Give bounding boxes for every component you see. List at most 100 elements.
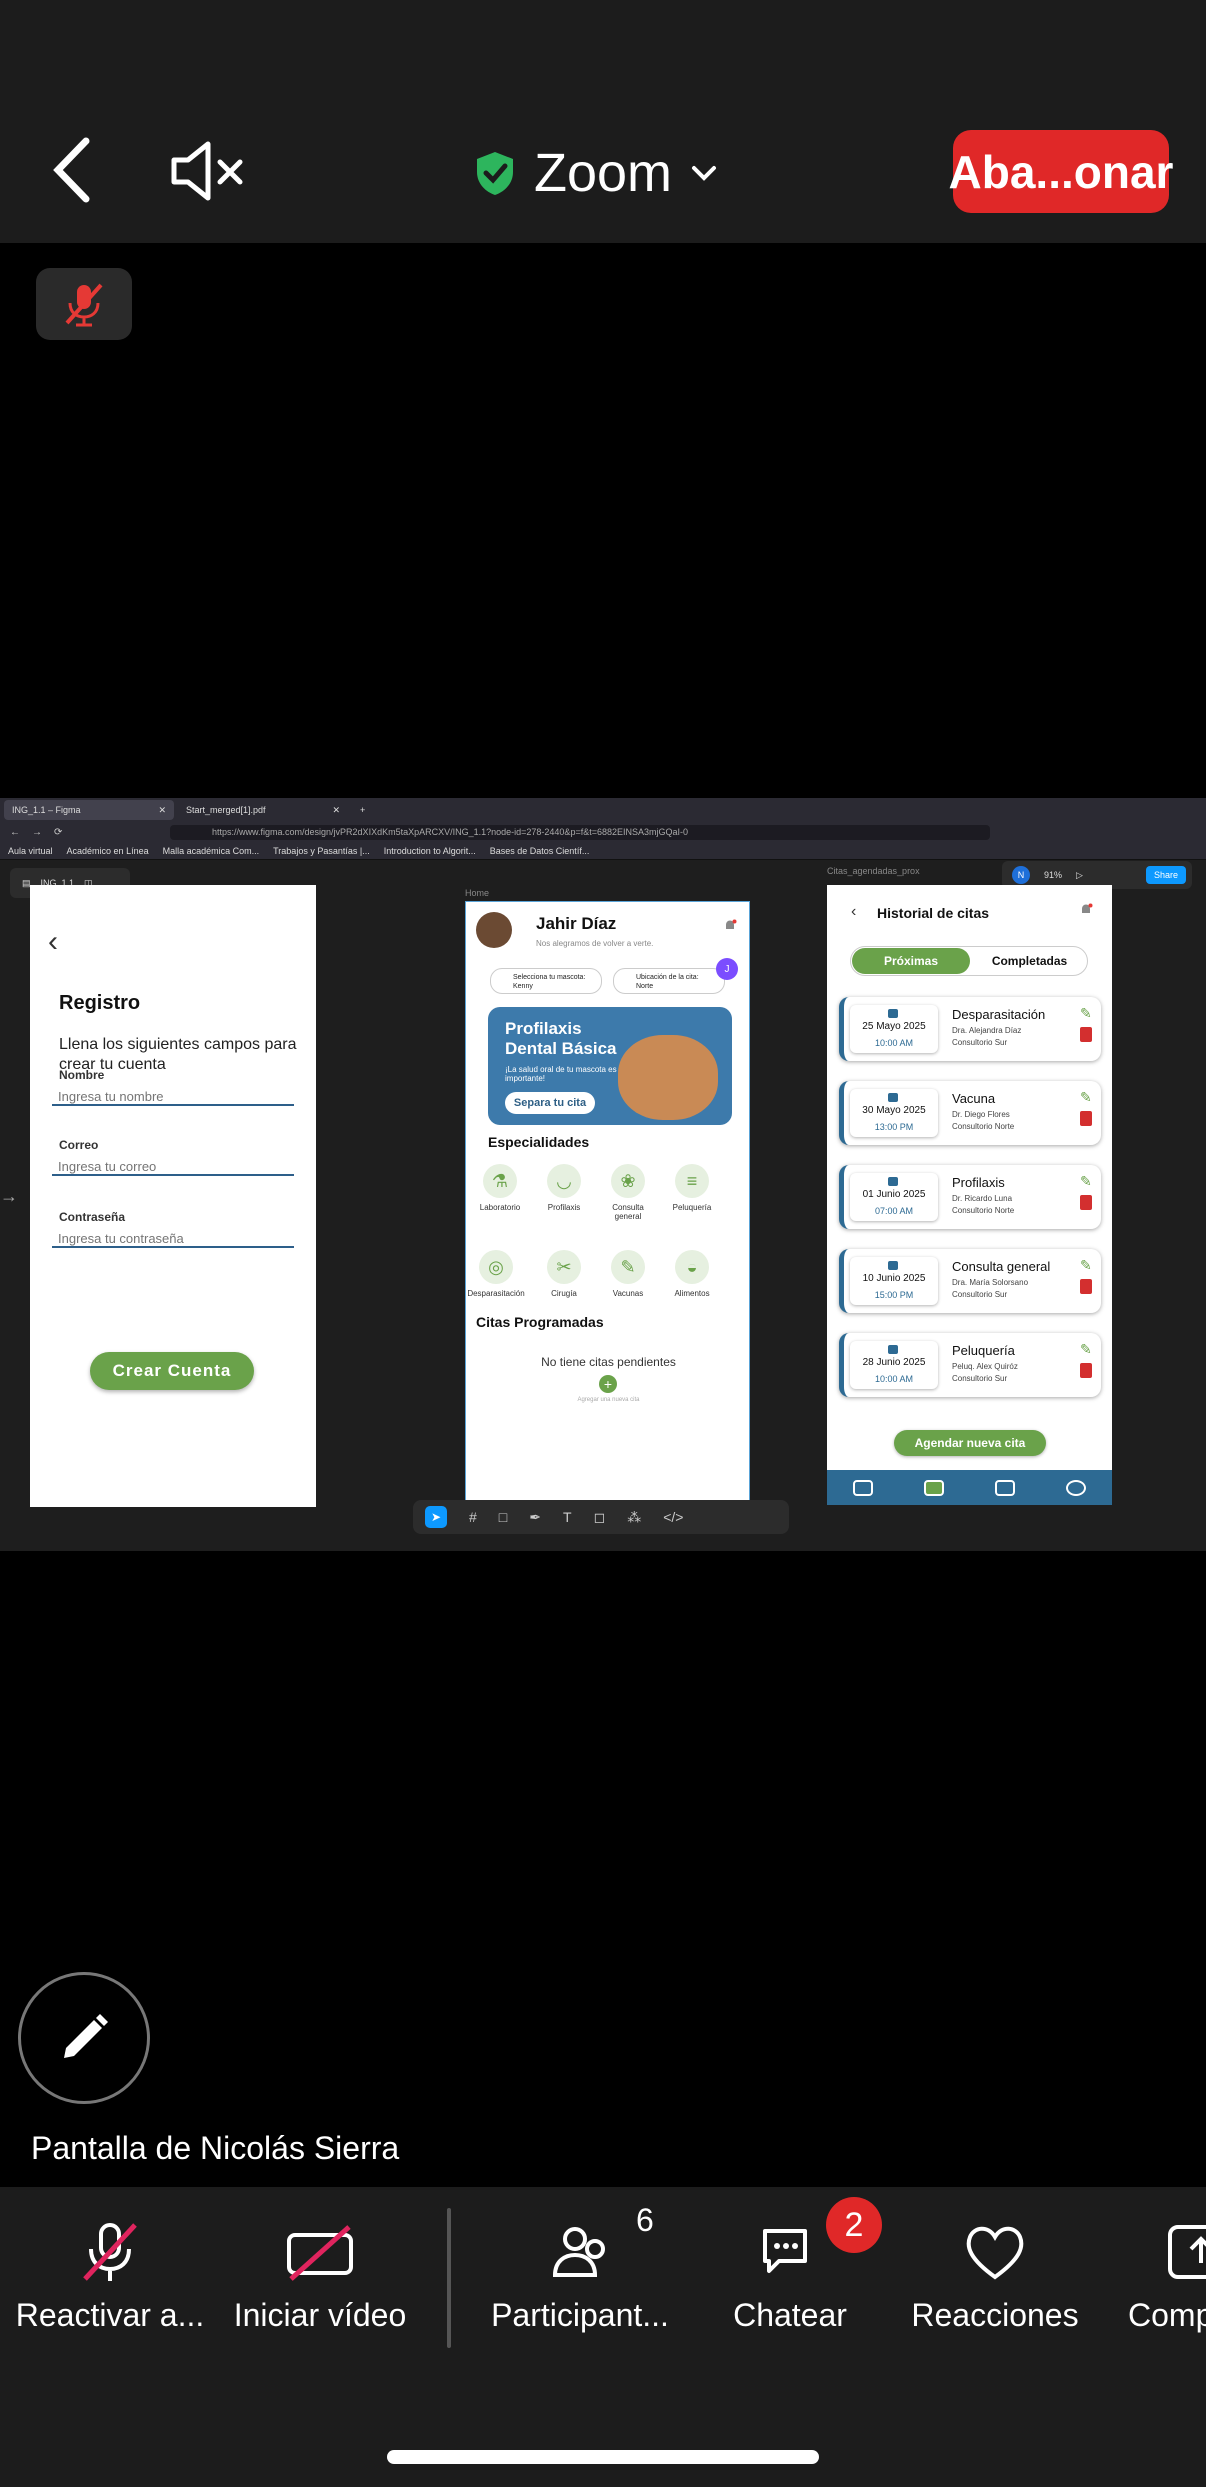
unmute-button[interactable]: Reactivar a...: [0, 2187, 220, 2347]
specialty-desparasitacion[interactable]: ◎ Desparasitación: [466, 1250, 526, 1298]
figma-canvas[interactable]: ▤ ING_1.1 ◫ ‹ Registro Llena los siguien…: [0, 860, 1206, 1551]
bookmark-item[interactable]: Bases de Datos Científ...: [490, 846, 590, 856]
home-indicator[interactable]: [387, 2450, 819, 2464]
back-chevron-icon[interactable]: [48, 135, 98, 205]
address-bar[interactable]: https://www.figma.com/design/jvPR2dXIXdK…: [170, 825, 990, 840]
collaborator-cursor-badge: J: [716, 958, 738, 980]
trash-icon[interactable]: [1080, 1195, 1092, 1210]
bell-icon[interactable]: [723, 919, 737, 933]
edit-icon[interactable]: ✎: [1080, 1089, 1092, 1106]
specialty-vacunas[interactable]: ✎ Vacunas: [598, 1250, 658, 1298]
bookmark-item[interactable]: Malla académica Com...: [163, 846, 260, 856]
play-icon[interactable]: ▷: [1076, 870, 1083, 881]
reactions-button[interactable]: Reacciones: [890, 2187, 1100, 2347]
specialty-alimentos[interactable]: ◒ Alimentos: [662, 1250, 722, 1298]
browser-tab-figma[interactable]: ING_1.1 – Figma ✕: [4, 800, 174, 820]
calendar-icon[interactable]: [923, 1479, 944, 1496]
text-tool-icon[interactable]: T: [563, 1509, 572, 1525]
comment-tool-icon[interactable]: ◻: [594, 1509, 606, 1526]
participants-button[interactable]: Participant...: [470, 2187, 690, 2347]
specialty-peluqueria[interactable]: ≡ Peluquería: [662, 1164, 722, 1212]
meeting-title[interactable]: Zoom: [474, 138, 718, 208]
bell-icon[interactable]: [1079, 903, 1093, 917]
appointment-card[interactable]: 25 Mayo 2025 10:00 AM Desparasitación Dra.…: [839, 997, 1101, 1061]
back-chevron-icon[interactable]: ‹: [851, 903, 856, 921]
bottom-nav: [827, 1470, 1112, 1505]
pet-icon[interactable]: [995, 1479, 1016, 1496]
tab-proximas[interactable]: Próximas: [852, 948, 970, 974]
arrow-right-icon: →: [0, 1186, 18, 1206]
crear-cuenta-button[interactable]: Crear Cuenta: [90, 1352, 254, 1390]
user-avatar[interactable]: N: [1012, 866, 1030, 884]
speaker-muted-icon[interactable]: [168, 140, 248, 202]
frame-registro[interactable]: ‹ Registro Llena los siguientes campos p…: [30, 885, 316, 1507]
specialty-laboratorio[interactable]: ⚗ Laboratorio: [470, 1164, 530, 1212]
browser-tab-pdf[interactable]: Start_merged[1].pdf ✕: [178, 800, 348, 820]
bookmarks-bar: Aula virtual Académico en Línea Malla ac…: [0, 842, 1206, 860]
forward-arrow-icon[interactable]: →: [32, 827, 42, 838]
trash-icon[interactable]: [1080, 1279, 1092, 1294]
historial-title: Historial de citas: [877, 905, 990, 921]
specialty-cirugia[interactable]: ✂ Cirugía: [534, 1250, 594, 1298]
participants-count: 6: [636, 2202, 654, 2238]
location-select[interactable]: Ubicación de la cita: Norte: [613, 968, 725, 994]
frame-historial[interactable]: ‹ Historial de citas Próximas Completada…: [827, 885, 1112, 1505]
trash-icon[interactable]: [1080, 1027, 1092, 1042]
shape-tool-icon[interactable]: □: [499, 1509, 507, 1525]
trash-icon[interactable]: [1080, 1111, 1092, 1126]
appointment-date: 28 Junio 2025 10:00 AM: [850, 1341, 938, 1389]
bookmark-item[interactable]: Aula virtual: [8, 846, 53, 856]
appointment-card[interactable]: 30 Mayo 2025 13:00 PM Vacuna Dr. Diego Flo…: [839, 1081, 1101, 1145]
pet-select[interactable]: Selecciona tu mascota: Kenny: [490, 968, 602, 994]
bookmark-item[interactable]: Introduction to Algorit...: [384, 846, 476, 856]
back-chevron-icon[interactable]: ‹: [48, 925, 58, 959]
historial-tabs: Próximas Completadas: [850, 946, 1088, 976]
contrasena-input[interactable]: [52, 1230, 294, 1248]
agendar-cita-button[interactable]: Agendar nueva cita: [894, 1430, 1046, 1456]
dev-mode-icon[interactable]: </>: [663, 1509, 683, 1525]
appointment-card[interactable]: 01 Junio 2025 07:00 AM Profilaxis Dr. Rica…: [839, 1165, 1101, 1229]
tab-completadas[interactable]: Completadas: [971, 948, 1088, 974]
appointments-title: Citas Programadas: [476, 1314, 604, 1330]
paw-icon: ❀: [611, 1164, 645, 1198]
edit-icon[interactable]: ✎: [1080, 1005, 1092, 1022]
move-tool-icon[interactable]: ➤: [425, 1506, 447, 1528]
reload-icon[interactable]: ⟳: [54, 827, 62, 838]
close-icon[interactable]: ✕: [332, 805, 340, 816]
add-appointment-button[interactable]: +: [599, 1375, 617, 1393]
syringe-icon: ✎: [611, 1250, 645, 1284]
trash-icon[interactable]: [1080, 1363, 1092, 1378]
shared-screen: ING_1.1 – Figma ✕ Start_merged[1].pdf ✕ + …: [0, 798, 1206, 1551]
appointment-card[interactable]: 28 Junio 2025 10:00 AM Peluquería Peluq. A…: [839, 1333, 1101, 1397]
zoom-level[interactable]: 91%: [1044, 870, 1062, 880]
start-video-button[interactable]: Iniciar vídeo: [220, 2187, 420, 2347]
appointment-card[interactable]: 10 Junio 2025 15:00 PM Consulta general Dr…: [839, 1249, 1101, 1313]
appointment-date: 30 Mayo 2025 13:00 PM: [850, 1089, 938, 1137]
empty-appointments-text: No tiene citas pendientes: [541, 1355, 676, 1369]
edit-icon[interactable]: ✎: [1080, 1257, 1092, 1274]
new-tab-icon[interactable]: +: [352, 800, 373, 820]
home-icon[interactable]: [852, 1479, 873, 1496]
pen-tool-icon[interactable]: ✒: [529, 1509, 541, 1526]
annotate-button[interactable]: [18, 1972, 150, 2104]
share-screen-button[interactable]: Comp: [1110, 2187, 1206, 2347]
specialty-profilaxis[interactable]: ◡ Profilaxis: [534, 1164, 594, 1212]
bookmark-item[interactable]: Académico en Línea: [67, 846, 149, 856]
frame-tool-icon[interactable]: #: [469, 1509, 477, 1525]
video-off-icon: [287, 2225, 353, 2281]
leave-button[interactable]: Aba...onar: [949, 130, 1173, 213]
specialty-consulta[interactable]: ❀ Consulta general: [598, 1164, 658, 1221]
edit-icon[interactable]: ✎: [1080, 1341, 1092, 1358]
promo-banner[interactable]: Profilaxis Dental Básica ¡La salud oral …: [488, 1007, 732, 1125]
correo-input[interactable]: [52, 1158, 294, 1176]
edit-icon[interactable]: ✎: [1080, 1173, 1092, 1190]
share-button[interactable]: Share: [1145, 866, 1186, 884]
actions-icon[interactable]: ⁂: [627, 1509, 641, 1526]
bookmark-item[interactable]: Trabajos y Pasantías |...: [273, 846, 370, 856]
close-icon[interactable]: ✕: [158, 805, 166, 816]
separa-cita-button[interactable]: Separa tu cita: [505, 1092, 595, 1114]
back-arrow-icon[interactable]: ←: [10, 827, 20, 838]
frame-home[interactable]: Jahir Díaz Nos alegramos de volver a ver…: [465, 901, 750, 1501]
profile-icon[interactable]: [1066, 1479, 1087, 1496]
nombre-input[interactable]: [52, 1088, 294, 1106]
